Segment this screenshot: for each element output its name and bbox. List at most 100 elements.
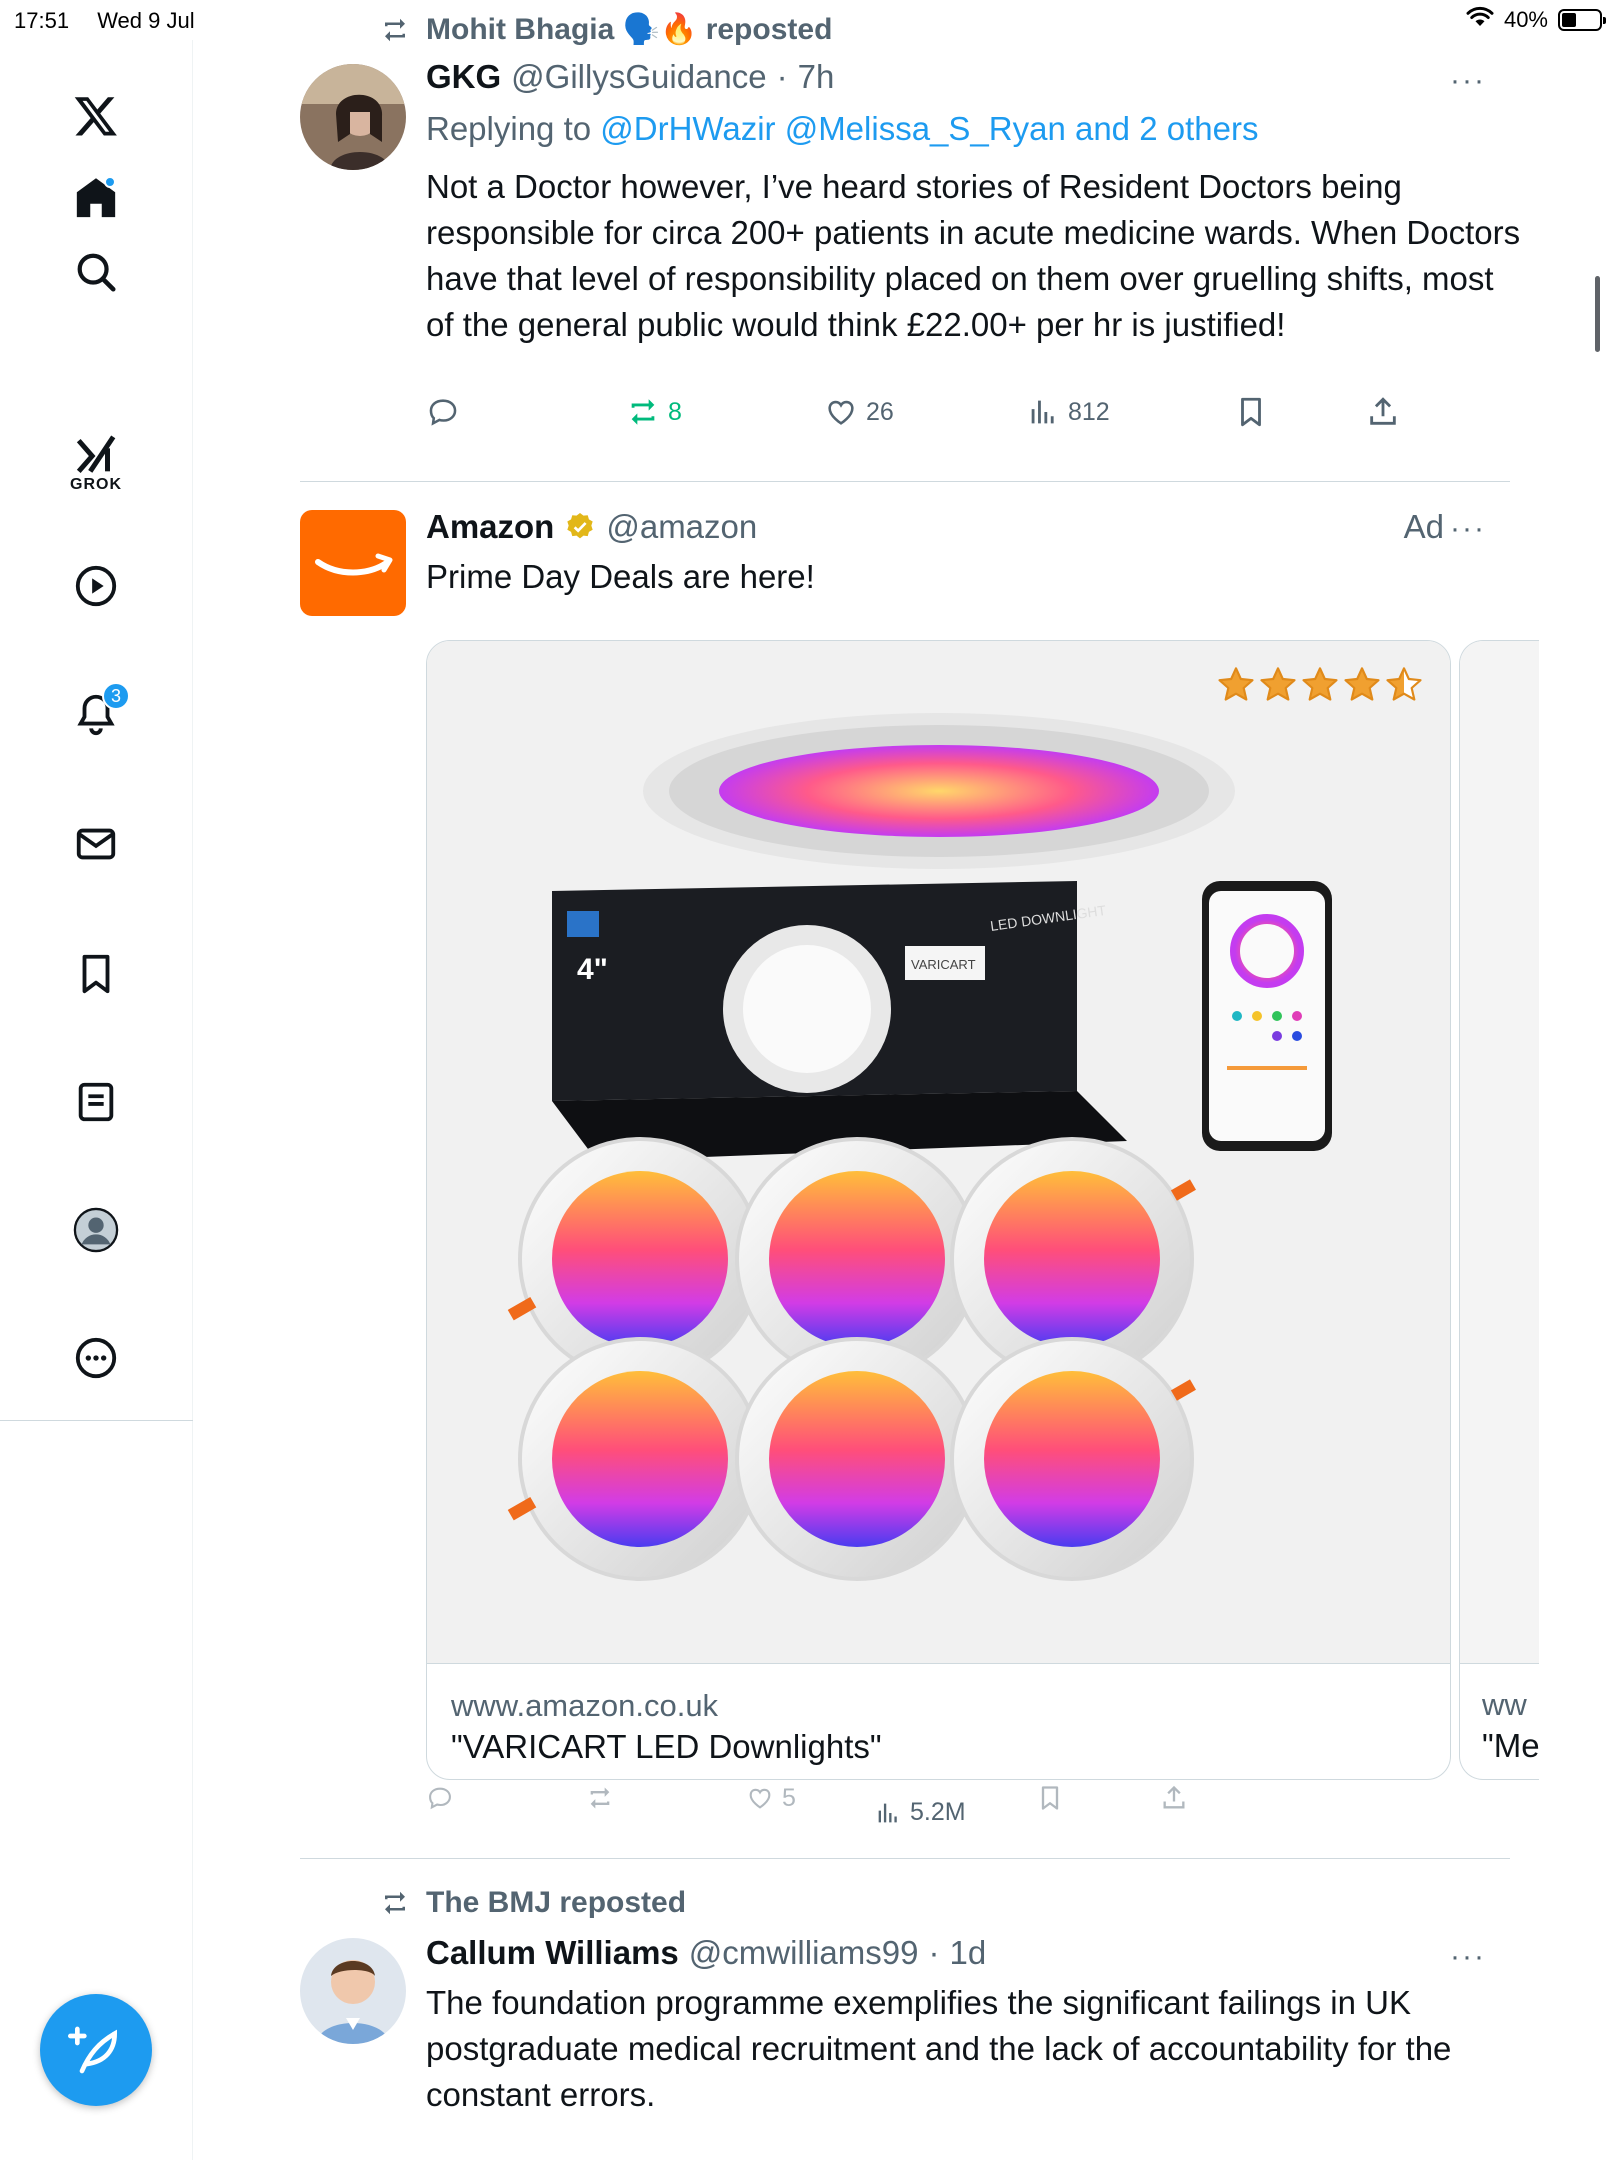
replying-mentions[interactable]: @DrHWazir @Melissa_S_Ryan and 2 others [600, 110, 1258, 147]
more-options-icon[interactable] [66, 1328, 126, 1388]
repost-icon [385, 18, 405, 41]
card-footer-divider [1460, 1663, 1539, 1664]
heart-icon [828, 400, 854, 425]
share-button[interactable] [1160, 1784, 1188, 1812]
post-time[interactable]: 7h [798, 58, 835, 96]
repost-button[interactable]: 8 [626, 395, 682, 429]
compose-post-button[interactable] [40, 1994, 152, 2106]
replying-to: Replying to @DrHWazir @Melissa_S_Ryan an… [426, 110, 1258, 148]
post-more-icon[interactable]: ··· [1450, 512, 1486, 546]
profile-avatar-icon[interactable] [66, 1200, 126, 1260]
rating-star-icon [1344, 667, 1380, 701]
bookmarks-icon[interactable] [66, 944, 126, 1004]
avatar-callum-williams[interactable] [300, 1938, 406, 2044]
views-button[interactable]: 812 [1026, 395, 1110, 429]
views-button[interactable]: 5.2M [874, 1798, 966, 1827]
repost-icon [631, 399, 655, 425]
reply-icon [429, 399, 457, 426]
repost-button[interactable] [586, 1784, 614, 1812]
repost-icon [385, 1891, 405, 1915]
share-icon [1163, 1785, 1185, 1809]
x-logo-icon[interactable] [66, 86, 126, 146]
star-rating [1216, 665, 1424, 705]
repost-count: 8 [668, 397, 682, 426]
video-play-icon[interactable] [66, 556, 126, 616]
rating-star-icon [1386, 667, 1422, 701]
post-header: GKG @GillysGuidance · 7h [426, 58, 834, 96]
display-name[interactable]: Amazon [426, 508, 554, 546]
timeline-feed: Mohit Bhagia 🗣️🔥 reposted GKG @GillysGui… [194, 0, 1604, 2160]
repost-context-text: Mohit Bhagia 🗣️🔥 reposted [426, 13, 833, 46]
view-count: 812 [1068, 397, 1110, 426]
repost-context: The BMJ reposted [378, 1886, 686, 1920]
rating-star-icon [1218, 667, 1254, 701]
ad-label: Ad [1403, 508, 1444, 545]
repost-icon [590, 1787, 610, 1809]
post-divider [300, 481, 1510, 482]
notifications-bell-icon[interactable]: 3 [66, 682, 130, 744]
user-handle[interactable]: @cmwilliams99 [689, 1934, 919, 1972]
home-unread-dot [104, 176, 116, 188]
lists-icon[interactable] [66, 1072, 126, 1132]
dot-separator: · [776, 58, 788, 95]
post-time[interactable]: 1d [949, 1934, 986, 1972]
bookmark-icon [1241, 397, 1261, 427]
heart-icon [749, 1788, 771, 1809]
product-image-next [1460, 641, 1539, 1663]
status-date: Wed 9 Jul [97, 8, 195, 33]
bookmark-button[interactable] [1234, 395, 1268, 429]
card-title-next: "Me [1482, 1727, 1539, 1764]
user-handle[interactable]: @amazon [606, 508, 757, 546]
rating-star-icon [1260, 667, 1296, 701]
analytics-icon [878, 1803, 897, 1822]
sidebar-divider [0, 1420, 193, 1421]
like-button[interactable]: 5 [746, 1784, 796, 1813]
share-button[interactable] [1366, 395, 1400, 429]
card-domain: www.amazon.co.uk [451, 1688, 719, 1723]
search-icon[interactable] [66, 242, 126, 302]
post-text: The foundation programme exemplifies the… [426, 1984, 1452, 2113]
like-button[interactable]: 26 [824, 395, 894, 429]
reply-button[interactable] [426, 1784, 454, 1812]
post-more-icon[interactable]: ··· [1450, 64, 1486, 98]
view-count: 5.2M [910, 1798, 966, 1826]
repost-context: Mohit Bhagia 🗣️🔥 reposted [378, 12, 832, 47]
dot-separator: · [928, 1934, 940, 1971]
post-more-icon[interactable]: ··· [1450, 1940, 1486, 1974]
compose-feather-icon [68, 2026, 118, 2074]
reply-icon [429, 1787, 451, 1810]
bookmark-icon [1041, 1786, 1059, 1810]
rating-star-icon [1302, 667, 1338, 701]
display-name[interactable]: GKG [426, 58, 501, 96]
avatar-amazon[interactable] [300, 510, 406, 616]
card-domain-next: ww [1482, 1687, 1527, 1722]
amazon-smile-logo-icon [315, 553, 393, 576]
post-header: Amazon @amazon [426, 508, 757, 546]
card-footer[interactable]: www.amazon.co.uk "VARICART LED Downlight… [427, 1663, 1450, 1779]
post-text: Prime Day Deals are here! [426, 558, 815, 595]
scrollbar-thumb[interactable] [1595, 276, 1600, 352]
box-size-label: 4" [577, 953, 608, 986]
product-image[interactable]: 4" VARICART LED DOWNLIGHT [427, 641, 1450, 1663]
display-name[interactable]: Callum Williams [426, 1934, 679, 1972]
status-time: 17:51 [14, 8, 70, 33]
user-handle[interactable]: @GillysGuidance [511, 58, 766, 96]
messages-envelope-icon[interactable] [66, 814, 126, 874]
post-text: Not a Doctor however, I’ve heard stories… [426, 168, 1521, 343]
analytics-icon [1031, 400, 1054, 424]
card-title: "VARICART LED Downlights" [451, 1728, 882, 1765]
ad-card[interactable]: 4" VARICART LED DOWNLIGHT www.amazon.co.… [426, 640, 1451, 1780]
bookmark-button[interactable] [1036, 1784, 1064, 1812]
grok-label[interactable]: GROK [0, 476, 192, 494]
home-icon[interactable] [66, 168, 126, 228]
post-divider [300, 1858, 1510, 1859]
box-brand-label: VARICART [911, 957, 976, 972]
avatar-gkg[interactable] [300, 64, 406, 170]
like-count: 26 [866, 397, 894, 426]
share-icon [1370, 397, 1396, 425]
replying-prefix: Replying to [426, 110, 592, 147]
repost-context-text: The BMJ reposted [426, 1886, 687, 1919]
like-count: 5 [782, 1783, 796, 1812]
ad-card-next[interactable]: ww "Me [1459, 640, 1539, 1780]
reply-button[interactable] [426, 395, 460, 429]
